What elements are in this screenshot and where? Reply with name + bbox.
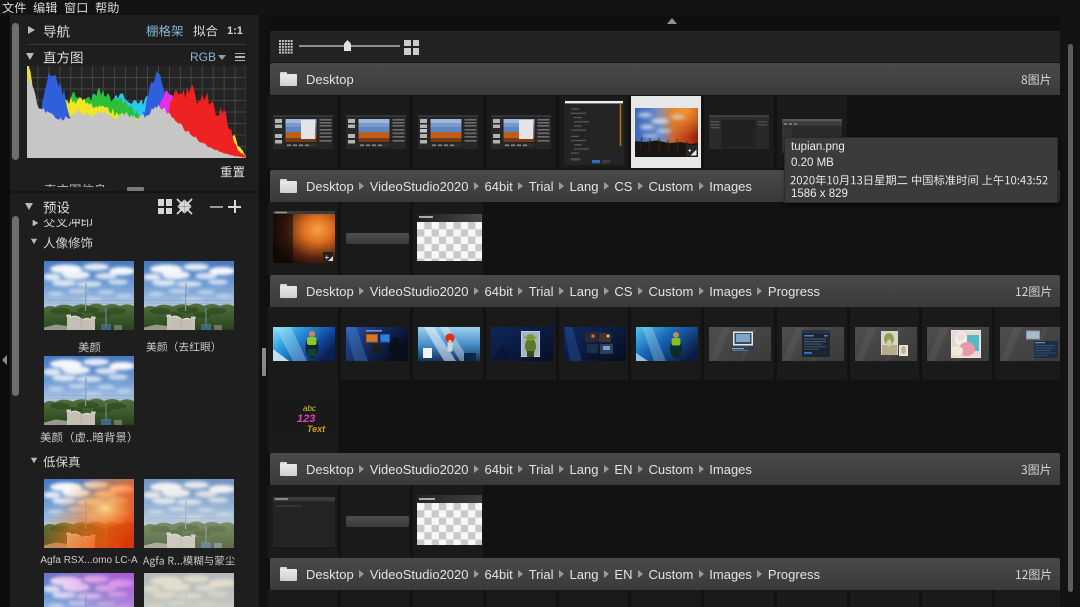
svg-text:Text: Text (307, 424, 326, 434)
svg-text:abc: abc (303, 404, 316, 413)
